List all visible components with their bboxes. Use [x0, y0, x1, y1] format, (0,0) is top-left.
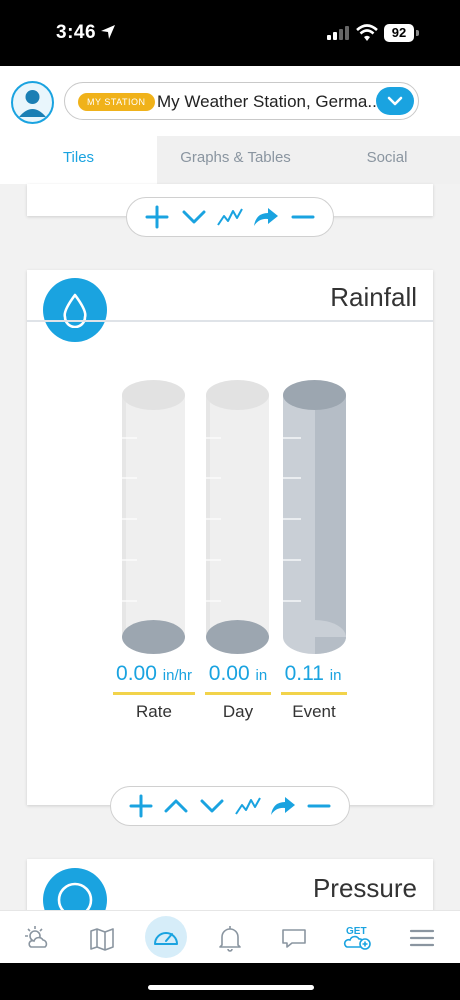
- wifi-icon: [356, 24, 378, 41]
- nav-get[interactable]: GET: [338, 918, 378, 958]
- share-arrow-icon: [271, 797, 296, 815]
- nav-messages[interactable]: [274, 918, 314, 958]
- user-icon: [19, 90, 46, 117]
- rain-gauges: [122, 380, 346, 654]
- plus-icon: [129, 794, 153, 818]
- nav-dashboard[interactable]: [145, 916, 187, 958]
- my-station-badge: MY STATION: [78, 93, 155, 111]
- bottom-nav: GET: [0, 910, 460, 963]
- status-time: 3:46: [56, 22, 97, 43]
- move-down-button[interactable]: [197, 791, 227, 821]
- minus-icon: [307, 804, 331, 808]
- nav-menu[interactable]: [402, 918, 442, 958]
- event-number: 0.11: [284, 662, 324, 685]
- get-station-icon: GET: [343, 926, 371, 950]
- rainfall-title: Rainfall: [330, 282, 417, 312]
- avatar[interactable]: [11, 81, 54, 124]
- tab-tiles[interactable]: Tiles: [0, 136, 157, 184]
- rainfall-tile-controls: [110, 786, 350, 826]
- day-value-bar: [205, 692, 271, 695]
- day-number: 0.00: [208, 662, 250, 685]
- rate-unit: in/hr: [162, 667, 192, 684]
- location-arrow-icon: [101, 25, 115, 39]
- share-button[interactable]: [251, 202, 281, 232]
- raindrop-icon: [63, 293, 87, 328]
- move-up-button[interactable]: [161, 791, 191, 821]
- station-selector[interactable]: MY STATION My Weather Station, Germa...: [64, 82, 419, 120]
- chevron-down-icon: [182, 210, 206, 224]
- status-bar: 3:46 92: [0, 0, 460, 66]
- event-value-bar: [281, 692, 347, 695]
- nav-forecast[interactable]: [17, 918, 57, 958]
- nav-map[interactable]: [82, 918, 122, 958]
- rate-value-bar: [113, 692, 195, 695]
- chevron-up-icon: [164, 799, 188, 813]
- rate-label: Rate: [136, 702, 172, 721]
- plus-icon: [145, 205, 169, 229]
- rainfall-tile-icon: [43, 278, 107, 342]
- add-button[interactable]: [142, 202, 172, 232]
- graph-button[interactable]: [215, 202, 245, 232]
- cell-signal-icon: [327, 26, 349, 40]
- day-value: 0.00 in: [205, 662, 271, 686]
- line-chart-icon: [217, 208, 243, 226]
- event-unit: in: [329, 667, 342, 684]
- remove-button[interactable]: [304, 791, 334, 821]
- remove-button[interactable]: [288, 202, 318, 232]
- home-indicator[interactable]: [148, 985, 314, 990]
- share-arrow-icon: [254, 208, 279, 226]
- app-header: MY STATION My Weather Station, Germa...: [0, 66, 460, 136]
- rainfall-tile[interactable]: Rainfall 0.00 in/hr Rate 0.00 in Day 0.1…: [27, 270, 433, 805]
- chevron-down-icon: [200, 799, 224, 813]
- share-button[interactable]: [268, 791, 298, 821]
- pressure-title: Pressure: [312, 873, 417, 903]
- rate-gauge-cylinder: [122, 380, 185, 654]
- line-chart-icon: [234, 797, 261, 815]
- event-gauge-cylinder: [283, 380, 346, 654]
- previous-tile-controls: [126, 197, 334, 237]
- day-gauge-cylinder: [206, 380, 269, 654]
- move-down-button[interactable]: [179, 202, 209, 232]
- rate-value: 0.00 in/hr: [109, 662, 199, 686]
- battery-indicator: 92: [384, 24, 414, 42]
- rate-number: 0.00: [116, 662, 157, 685]
- gauge-icon: [154, 932, 178, 945]
- menu-icon: [409, 929, 435, 947]
- event-value: 0.11 in: [279, 662, 347, 686]
- event-label: Event: [292, 702, 336, 721]
- tab-bar: Tiles Graphs & Tables Social: [0, 136, 460, 184]
- nav-alerts[interactable]: [210, 918, 250, 958]
- tab-graphs-tables[interactable]: Graphs & Tables: [157, 136, 314, 184]
- day-unit: in: [255, 667, 268, 684]
- bell-icon: [219, 926, 241, 952]
- map-icon: [90, 928, 114, 951]
- chat-icon: [282, 929, 306, 948]
- home-indicator-area: [0, 963, 460, 1000]
- graph-button[interactable]: [233, 791, 263, 821]
- station-name: My Weather Station, Germa...: [157, 92, 377, 111]
- get-label: GET: [346, 926, 367, 937]
- chevron-down-icon: [387, 96, 403, 106]
- station-dropdown-button[interactable]: [376, 87, 414, 115]
- tab-social[interactable]: Social: [314, 136, 460, 184]
- battery-tip: [416, 30, 419, 36]
- minus-icon: [291, 215, 315, 219]
- sun-cloud-icon: [25, 926, 48, 948]
- add-button[interactable]: [126, 791, 156, 821]
- tile-divider: [27, 320, 433, 322]
- day-label: Day: [222, 702, 254, 721]
